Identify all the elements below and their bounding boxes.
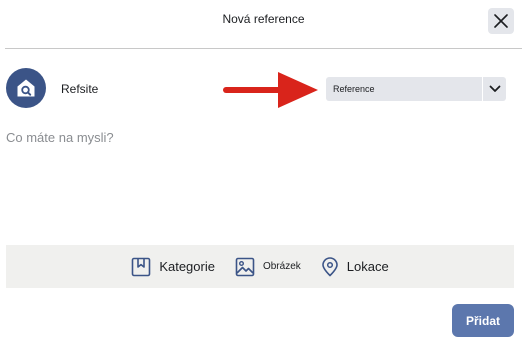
post-type-select[interactable]: Reference [326, 77, 506, 101]
dialog-title: Nová reference [222, 12, 305, 26]
category-button[interactable]: Kategorie [131, 257, 215, 277]
red-arrow-annotation [223, 72, 318, 108]
submit-button[interactable]: Přidat [452, 304, 514, 337]
dialog-header: Nová reference [0, 0, 527, 44]
image-icon [235, 257, 255, 277]
author-name: Refsite [61, 82, 99, 96]
bookmark-icon [131, 257, 151, 277]
select-caret[interactable] [483, 77, 506, 101]
category-label: Kategorie [159, 259, 215, 274]
header-divider [5, 48, 522, 49]
location-button[interactable]: Lokace [321, 256, 389, 277]
new-reference-dialog: Nová reference Refsite Reference Co máte… [0, 0, 527, 346]
close-icon [494, 14, 508, 28]
chevron-down-icon [489, 85, 500, 92]
attachment-toolbar: Kategorie Obrázek Lokace [6, 245, 514, 288]
image-label: Obrázek [262, 261, 301, 272]
post-composer-input[interactable] [6, 130, 506, 230]
location-pin-icon [321, 256, 339, 277]
avatar [6, 68, 46, 108]
post-type-value: Reference [333, 84, 375, 94]
image-button[interactable]: Obrázek [235, 257, 301, 277]
close-button[interactable] [488, 8, 514, 34]
refsite-logo-icon [17, 79, 35, 97]
location-label: Lokace [346, 259, 389, 274]
